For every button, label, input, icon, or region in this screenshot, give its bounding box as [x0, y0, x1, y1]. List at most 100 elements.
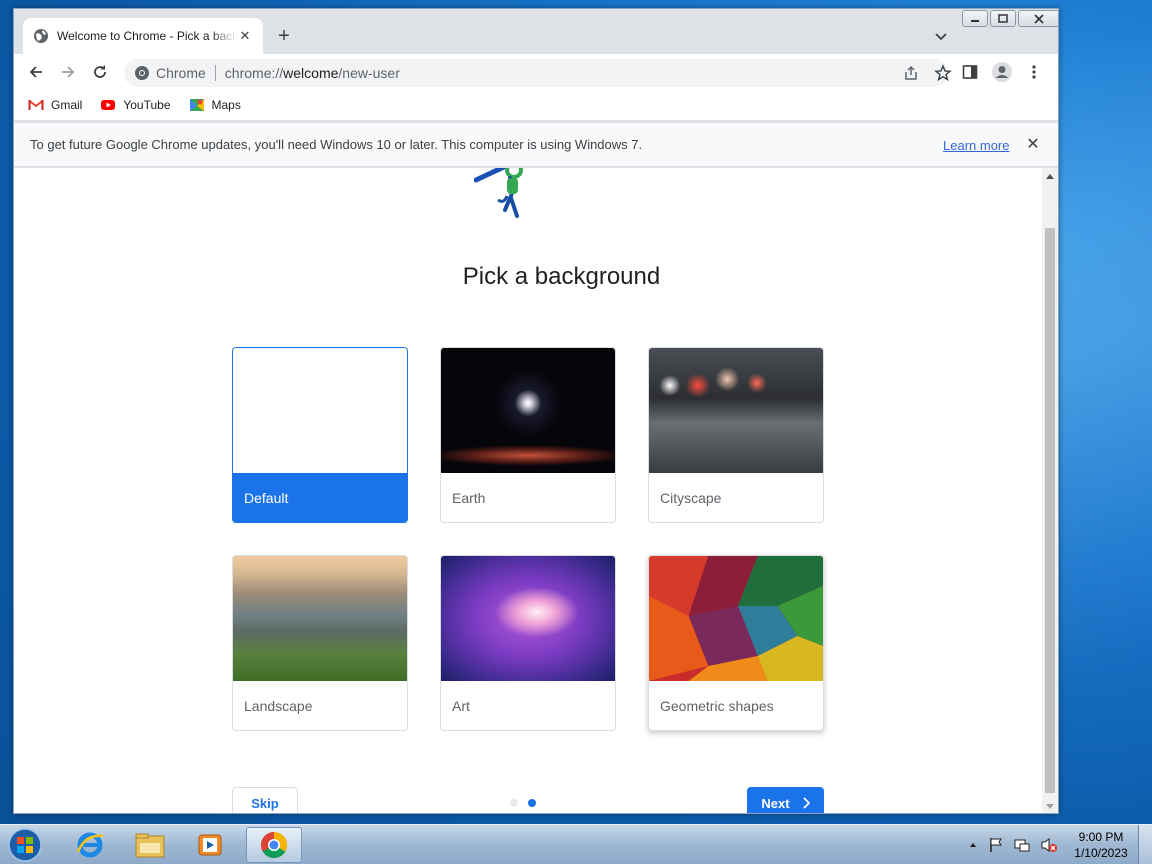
kebab-menu-icon: [1032, 65, 1036, 79]
card-label: Default: [233, 473, 407, 522]
geometric-thumbnail: [649, 556, 823, 681]
reload-button[interactable]: [88, 60, 112, 84]
show-hidden-icons-icon[interactable]: [968, 840, 978, 850]
cityscape-thumbnail: [649, 348, 823, 473]
gmail-icon: [28, 99, 44, 110]
bookmark-label: YouTube: [123, 98, 171, 112]
background-card-cityscape[interactable]: Cityscape: [648, 347, 824, 523]
landscape-thumbnail: [233, 556, 407, 681]
page-content: Pick a background Default Earth Cityscap…: [14, 168, 1042, 813]
background-card-landscape[interactable]: Landscape: [232, 555, 408, 731]
folder-icon: [135, 833, 165, 858]
forward-button[interactable]: [56, 60, 80, 84]
youtube-icon: [101, 100, 116, 110]
page-title: Pick a background: [462, 263, 661, 290]
chrome-window: Welcome to Chrome - Pick a background ✕ …: [13, 8, 1059, 814]
tab-strip: Welcome to Chrome - Pick a background ✕ …: [14, 9, 1058, 54]
learn-more-link[interactable]: Learn more: [943, 138, 1009, 153]
url-prefix: chrome://: [224, 65, 284, 81]
next-label: Next: [761, 795, 790, 811]
update-infobar: To get future Google Chrome updates, you…: [14, 122, 1058, 167]
background-card-default[interactable]: Default: [232, 347, 408, 523]
card-label: Geometric shapes: [660, 698, 774, 714]
taskbar-clock[interactable]: 9:00 PM 1/10/2023: [1068, 829, 1134, 861]
browser-toolbar: Chrome chrome://welcome/new-user: [14, 54, 1058, 90]
bookmark-label: Gmail: [51, 98, 83, 112]
chrome-icon: [260, 831, 288, 859]
url-text: chrome://welcome/new-user: [225, 65, 400, 81]
start-button[interactable]: [3, 826, 47, 864]
forward-arrow-icon: [62, 66, 75, 78]
bookmark-gmail[interactable]: Gmail: [28, 97, 82, 113]
show-desktop-button[interactable]: [1138, 825, 1152, 864]
tab-search-chevron-icon[interactable]: [930, 25, 952, 47]
taskbar-chrome[interactable]: [246, 827, 302, 863]
card-label: Landscape: [244, 698, 313, 714]
bookmarks-bar: Gmail YouTube Maps: [14, 90, 1058, 120]
background-card-art[interactable]: Art: [440, 555, 616, 731]
side-panel-button[interactable]: [958, 60, 982, 84]
action-center-flag-icon[interactable]: [988, 837, 1004, 853]
infobar-message: To get future Google Chrome updates, you…: [30, 137, 643, 152]
chevron-right-icon: [802, 797, 810, 809]
bookmark-maps[interactable]: Maps: [189, 97, 241, 113]
background-card-earth[interactable]: Earth: [440, 347, 616, 523]
step-dot-active: [528, 799, 536, 807]
url-host: welcome: [283, 65, 339, 81]
earth-thumbnail: [441, 348, 615, 473]
step-indicator: [510, 799, 536, 807]
taskbar: 9:00 PM 1/10/2023: [0, 824, 1152, 864]
share-icon[interactable]: [902, 64, 920, 82]
volume-muted-icon[interactable]: [1040, 837, 1058, 853]
new-tab-button[interactable]: +: [272, 25, 296, 49]
menu-button[interactable]: [1022, 60, 1046, 84]
minimize-button[interactable]: [962, 10, 988, 27]
close-window-button[interactable]: [1018, 10, 1058, 27]
page-scrollbar[interactable]: [1042, 168, 1058, 813]
reload-icon: [94, 65, 106, 78]
chrome-logo-icon: [135, 66, 149, 80]
omnibox-separator: [214, 65, 216, 81]
background-card-geometric-shapes[interactable]: Geometric shapes: [648, 555, 824, 731]
active-tab[interactable]: Welcome to Chrome - Pick a background ✕: [23, 18, 263, 54]
address-bar[interactable]: Chrome chrome://welcome/new-user: [124, 59, 952, 87]
next-button[interactable]: Next: [747, 787, 824, 813]
bookmark-youtube[interactable]: YouTube: [100, 97, 171, 113]
clock-date: 1/10/2023: [1074, 846, 1128, 860]
scroll-down-arrow-icon[interactable]: [1046, 804, 1054, 809]
profile-button[interactable]: [990, 60, 1014, 84]
back-button[interactable]: [24, 60, 48, 84]
side-panel-icon: [962, 65, 978, 79]
scroll-up-arrow-icon[interactable]: [1046, 174, 1054, 179]
bookmark-label: Maps: [211, 98, 241, 112]
taskbar-media-player[interactable]: [182, 827, 238, 863]
card-label: Cityscape: [660, 490, 722, 506]
scrollbar-thumb[interactable]: [1045, 228, 1055, 793]
maps-icon: [189, 99, 204, 111]
globe-icon: [34, 29, 48, 43]
taskbar-internet-explorer[interactable]: [62, 827, 118, 863]
restore-button[interactable]: [990, 10, 1016, 27]
network-icon[interactable]: [1014, 837, 1030, 853]
art-thumbnail: [441, 556, 615, 681]
profile-avatar-icon: [992, 62, 1012, 82]
site-label: Chrome: [156, 65, 206, 81]
url-path: /new-user: [338, 65, 400, 81]
infobar-close-icon[interactable]: ✕: [1024, 136, 1042, 154]
desktop-light-streak: [1060, 40, 1152, 820]
media-player-icon: [198, 834, 222, 856]
step-dot: [510, 799, 518, 807]
system-tray: [968, 825, 1058, 864]
bookmark-star-icon[interactable]: [934, 64, 952, 82]
card-label: Art: [452, 698, 470, 714]
skip-button[interactable]: Skip: [232, 787, 298, 813]
card-label: Earth: [452, 490, 486, 506]
taskbar-file-explorer[interactable]: [122, 827, 178, 863]
internet-explorer-icon: [76, 832, 104, 858]
clock-time: 9:00 PM: [1078, 830, 1124, 844]
back-arrow-icon: [29, 66, 42, 78]
welcome-illustration: [474, 168, 523, 218]
tab-title: Welcome to Chrome - Pick a background: [57, 29, 237, 43]
tab-close-icon[interactable]: ✕: [237, 28, 253, 44]
default-thumbnail: [233, 348, 407, 473]
